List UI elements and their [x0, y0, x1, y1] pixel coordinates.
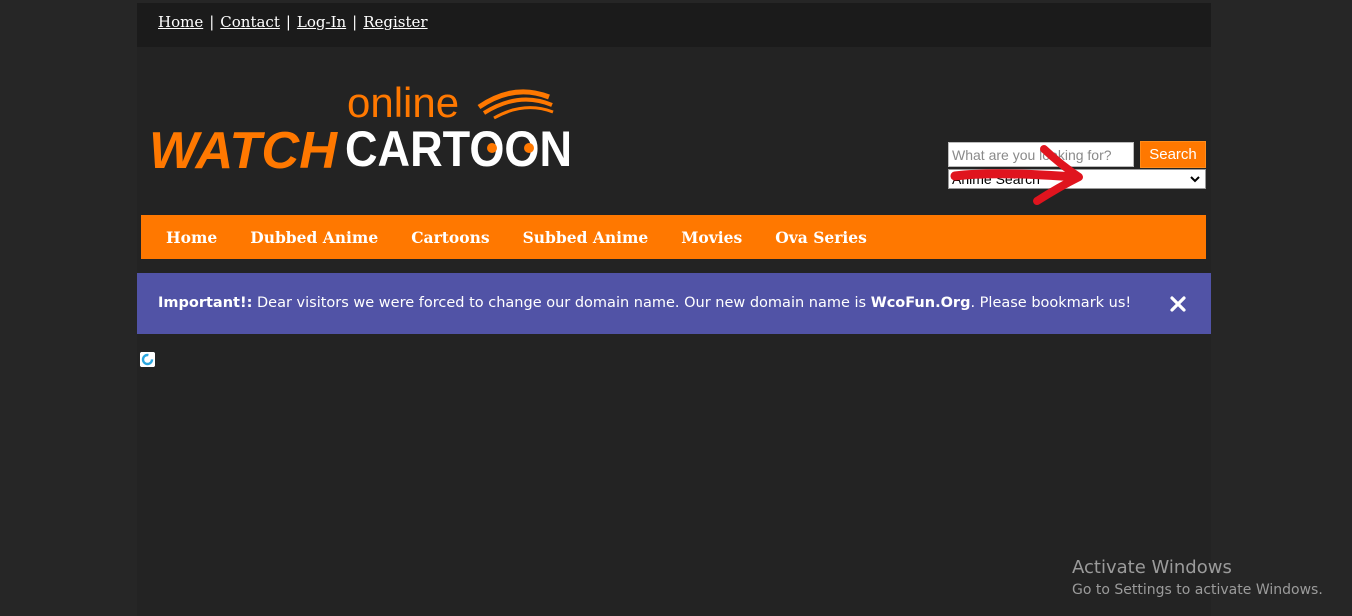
logo-swoosh [482, 97, 553, 115]
nav-item-cartoons[interactable]: Cartoons [411, 228, 489, 247]
watermark-title: Activate Windows [1072, 557, 1232, 578]
notice-text-end: . Please bookmark us! [970, 295, 1132, 311]
top-link-bar: Home | Contact | Log-In | Register [137, 3, 1211, 47]
top-link-separator: | [285, 13, 291, 31]
notice-label: Important!: [158, 295, 253, 311]
top-link-login[interactable]: Log-In [297, 13, 346, 31]
nav-item-dubbed-anime[interactable]: Dubbed Anime [250, 228, 378, 247]
nav-item-movies[interactable]: Movies [681, 228, 742, 247]
red-arrow-icon [950, 145, 1083, 205]
top-link-register[interactable]: Register [363, 13, 427, 31]
top-link-home[interactable]: Home [158, 13, 203, 31]
nav-item-home[interactable]: Home [166, 228, 217, 247]
watermark-subtitle: Go to Settings to activate Windows. [1072, 582, 1323, 598]
nav-item-subbed-anime[interactable]: Subbed Anime [523, 228, 649, 247]
windows-activation-watermark: Activate Windows Go to Settings to activ… [1072, 556, 1323, 600]
chevron-down-icon [1190, 176, 1200, 183]
main-nav: Home Dubbed Anime Cartoons Subbed Anime … [141, 215, 1206, 259]
top-link-separator: | [209, 13, 215, 31]
search-button[interactable]: Search [1140, 141, 1206, 168]
site-logo[interactable]: online WATCH CARTOON [149, 75, 579, 175]
logo-online-text: online [347, 79, 459, 126]
logo-eye-left [487, 143, 497, 153]
top-link-separator: | [352, 13, 358, 31]
logo-swoosh [493, 106, 554, 120]
logo-eye-right [524, 143, 534, 153]
top-link-contact[interactable]: Contact [220, 13, 280, 31]
notice-domain: WcoFun.Org [870, 295, 971, 311]
notice-banner: Important!: Dear visitors we were forced… [137, 273, 1211, 334]
loading-spinner-icon [140, 352, 155, 367]
page-container: Home | Contact | Log-In | Register online WATC… [137, 3, 1211, 616]
notice-text: Dear visitors we were forced to change o… [252, 295, 871, 311]
logo-watch-text: WATCH [149, 122, 338, 175]
logo-cartoon-text: CARTOON [345, 121, 572, 175]
nav-item-ova-series[interactable]: Ova Series [775, 228, 867, 247]
close-icon[interactable] [1170, 296, 1186, 312]
